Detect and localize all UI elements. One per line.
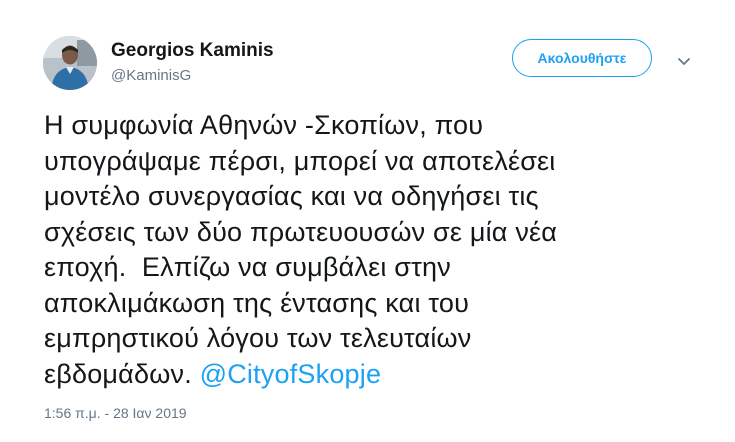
tweet-line-text: εβδομάδων. [44, 358, 200, 389]
follow-button[interactable]: Ακολουθήστε [512, 39, 652, 77]
display-name[interactable]: Georgios Kaminis [111, 40, 274, 62]
avatar[interactable] [43, 36, 97, 90]
chevron-down-icon[interactable] [674, 53, 694, 71]
user-handle[interactable]: @KaminisG [111, 66, 274, 86]
tweet-line: μοντέλο συνεργασίας και να οδηγήσει τις [44, 181, 539, 211]
tweet-line: σχέσεις των δύο πρωτευουσών σε μία νέα [44, 216, 558, 247]
tweet-text: Η συμφωνία Αθηνών -Σκοπίων, που υπογράψαμ… [44, 108, 684, 392]
tweet-line: εποχή. Ελπίζω να συμβάλει στην [44, 252, 451, 282]
tweet-line: αποκλιμάκωση της έντασης και του [44, 287, 470, 318]
tweet-line: εμπρηστικού λόγου των τελευταίων [44, 323, 472, 353]
timestamp[interactable]: 1:56 π.μ. - 28 Ιαν 2019 [44, 405, 187, 421]
tweet-line: Η συμφωνία Αθηνών -Σκοπίων, που [44, 110, 484, 140]
mention-link[interactable]: @CityofSkopje [200, 359, 382, 389]
tweet-line-last: εβδομάδων. @CityofSkopje [44, 357, 684, 393]
author-info: Georgios Kaminis @KaminisG [111, 40, 274, 86]
tweet-line: υπογράψαμε πέρσι, μπορεί να αποτελέσει [44, 145, 556, 176]
tweet-card: Georgios Kaminis @KaminisG Ακολουθήστε Η… [0, 0, 735, 442]
